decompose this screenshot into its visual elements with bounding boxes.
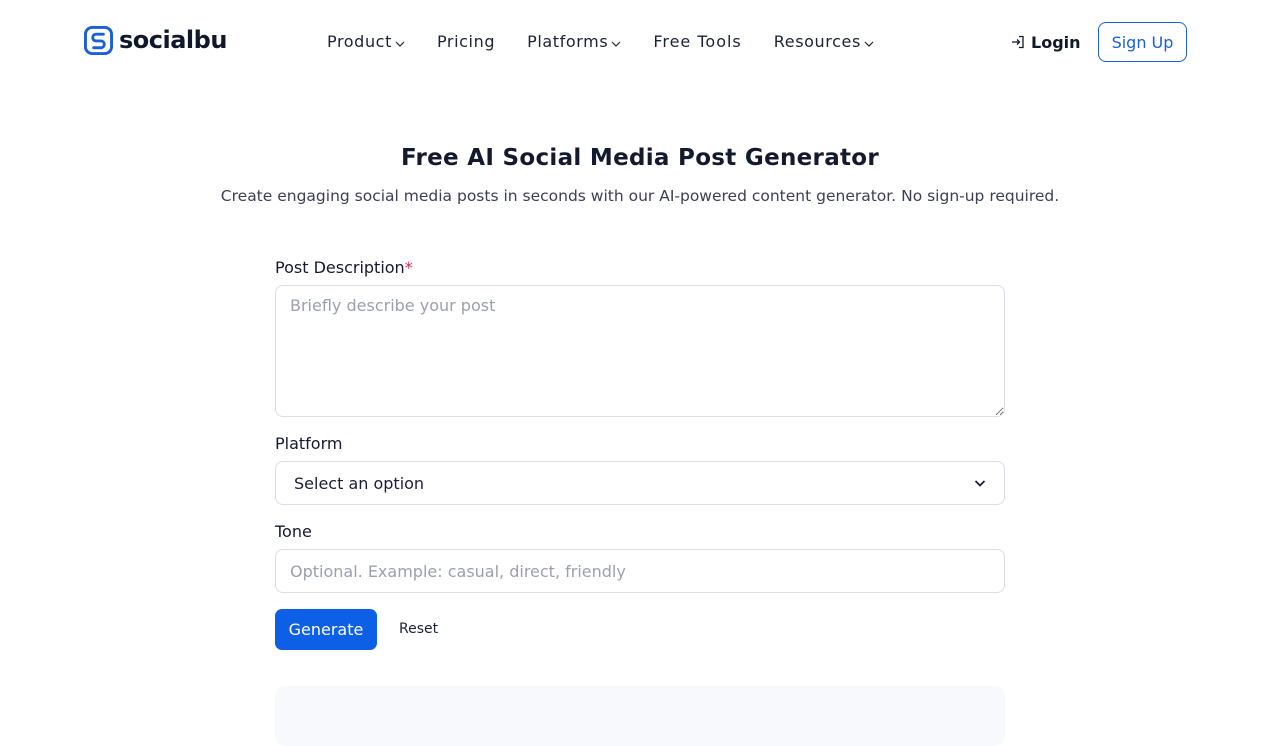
nav-product-label: Product [327,32,392,51]
site-header: socialbu Product Pricing Platforms Free … [0,0,1280,84]
page-subtitle: Create engaging social media posts in se… [220,187,1060,205]
nav-platforms-label: Platforms [527,32,609,51]
nav-free-tools-label: Free Tools [653,32,742,51]
post-description-label-text: Post Description [275,258,405,277]
logo-text: socialbu [119,26,227,54]
logo[interactable]: socialbu [84,25,227,55]
nav-free-tools[interactable]: Free Tools [653,28,741,56]
platform-selected-value: Select an option [294,473,425,493]
post-description-label: Post Description* [275,257,413,279]
chevron-down-icon [611,41,621,47]
chevron-down-icon [395,41,405,47]
main-nav: Product Pricing Platforms Free Tools Res… [327,28,874,56]
signup-button[interactable]: Sign Up [1098,22,1187,62]
reset-button[interactable]: Reset [399,618,438,640]
nav-pricing[interactable]: Pricing [437,28,495,56]
nav-product[interactable]: Product [327,28,405,56]
chevron-down-icon [974,480,986,487]
post-description-input[interactable] [275,285,1005,417]
nav-resources[interactable]: Resources [774,28,874,56]
login-arrow-icon [1012,35,1024,49]
socialbu-logo-icon [84,25,113,55]
chevron-down-icon [864,41,874,47]
nav-platforms[interactable]: Platforms [527,28,621,56]
result-panel [275,686,1005,746]
login-link[interactable]: Login [1010,28,1081,56]
login-label: Login [1031,32,1081,52]
platform-select[interactable]: Select an option [275,461,1005,505]
page-title: Free AI Social Media Post Generator [400,145,880,171]
nav-resources-label: Resources [773,32,861,51]
platform-label: Platform [275,434,343,453]
required-marker: * [404,258,413,277]
nav-pricing-label: Pricing [436,32,496,51]
generate-button[interactable]: Generate [275,609,377,650]
tone-label: Tone [275,522,312,541]
tone-input[interactable] [275,549,1005,593]
